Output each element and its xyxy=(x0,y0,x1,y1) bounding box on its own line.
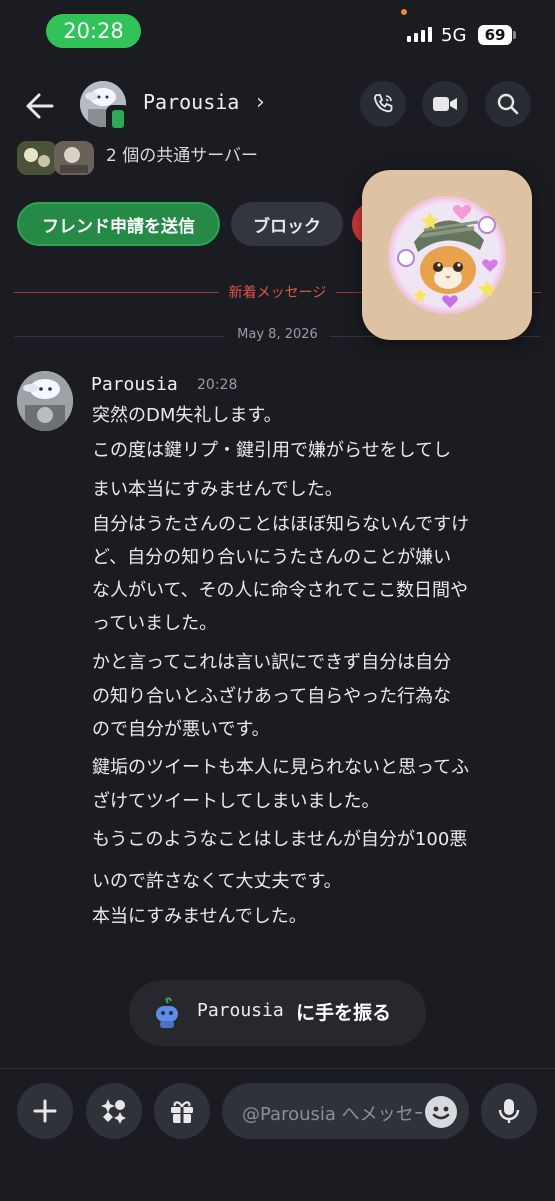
message-line: ざけてツイートしてしまいました。 xyxy=(92,791,380,812)
message-line: の知り合いとふざけあって自らやった行為な xyxy=(92,686,452,707)
mutual-server-icon[interactable] xyxy=(17,141,57,175)
voice-call-button[interactable] xyxy=(360,81,406,127)
wumpus-wave-icon xyxy=(152,996,182,1034)
search-button[interactable] xyxy=(485,81,531,127)
network-type: 5G xyxy=(441,25,467,46)
header-username[interactable]: Parousia xyxy=(143,90,239,114)
chevron-right-icon[interactable]: › xyxy=(256,90,265,115)
emoji-icon[interactable] xyxy=(425,1096,457,1128)
cat-sticker-image xyxy=(388,196,506,314)
wave-label: に手を振る xyxy=(296,1002,392,1024)
mutual-servers-label[interactable]: 2 個の共通サーバー xyxy=(106,141,258,166)
message-author-avatar[interactable] xyxy=(17,371,73,431)
message-input-placeholder[interactable]: @Parousia へメッセージを送信 xyxy=(242,1100,422,1126)
wave-target-name: Parousia xyxy=(197,1000,284,1021)
message-line: いので許さなくて大丈夫です。 xyxy=(92,871,342,892)
message-line: ど、自分の知り合いにうたさんのことが嫌い xyxy=(92,547,452,568)
signal-icon xyxy=(407,27,432,42)
video-camera-icon xyxy=(433,97,457,111)
video-call-button[interactable] xyxy=(422,81,468,127)
new-messages-label: 新着メッセージ xyxy=(218,285,337,301)
status-time: 20:28 xyxy=(46,14,141,48)
message-line: な人がいて、その人に命令されてここ数日間や xyxy=(92,580,469,601)
date-label: May 8, 2026 xyxy=(225,327,330,342)
gift-icon xyxy=(171,1101,193,1123)
message-line: 本当にすみませんでした。 xyxy=(92,906,307,927)
search-icon xyxy=(497,93,519,115)
privacy-indicator-dot xyxy=(401,9,407,15)
voice-message-button[interactable] xyxy=(481,1083,537,1139)
message-line: 自分はうたさんのことはほぼ知らないんですけ xyxy=(92,514,470,535)
gift-button[interactable] xyxy=(154,1083,210,1139)
plus-icon xyxy=(33,1099,57,1123)
message-line: この度は鍵リプ・鍵引用で嫌がらせをしてし xyxy=(92,440,452,461)
picture-in-picture-window[interactable] xyxy=(362,170,532,340)
message-line: 突然のDM失礼します。 xyxy=(92,405,282,426)
back-arrow-icon[interactable] xyxy=(22,88,58,124)
microphone-icon xyxy=(498,1099,520,1123)
message-line: まい本当にすみませんでした。 xyxy=(92,479,343,500)
mutual-server-icon[interactable] xyxy=(54,141,94,175)
add-attachment-button[interactable] xyxy=(17,1083,73,1139)
phone-icon xyxy=(374,94,393,113)
message-author-name[interactable]: Parousia xyxy=(91,374,178,395)
message-line: ので自分が悪いです。 xyxy=(92,719,270,740)
block-button[interactable]: ブロック xyxy=(231,202,343,246)
message-line: っていました。 xyxy=(92,613,218,634)
send-friend-request-button[interactable]: フレンド申請を送信 xyxy=(17,202,220,246)
sparkle-apps-icon xyxy=(101,1099,126,1124)
apps-button[interactable] xyxy=(86,1083,142,1139)
mobile-status-icon xyxy=(106,105,130,133)
message-line: 鍵垢のツイートも本人に見られないと思ってふ xyxy=(92,757,470,778)
message-line: かと言ってこれは言い訳にできず自分は自分 xyxy=(92,652,452,673)
battery-icon: 69 xyxy=(478,25,512,45)
battery-tip xyxy=(513,31,516,39)
message-line: もうこのようなことはしませんが自分が100悪 xyxy=(92,829,468,850)
message-timestamp: 20:28 xyxy=(197,377,238,393)
